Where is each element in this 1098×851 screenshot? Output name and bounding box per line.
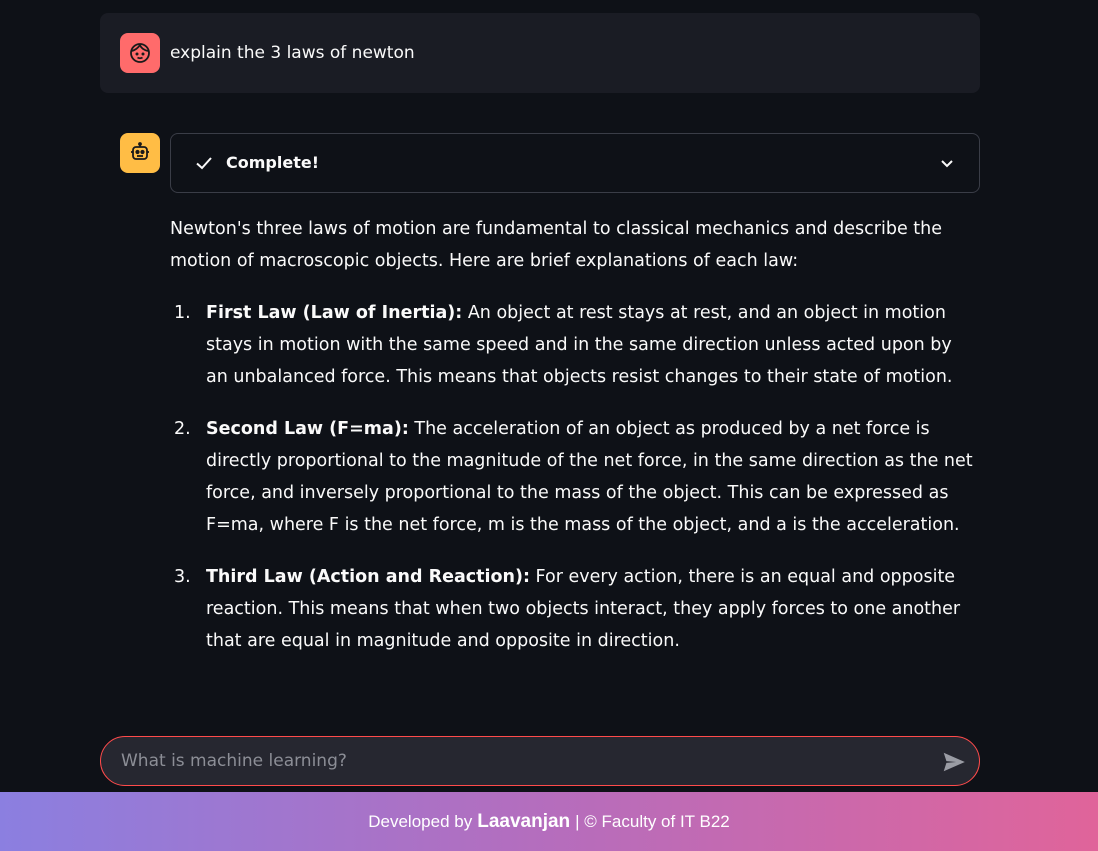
list-item: 1. First Law (Law of Inertia): An object… xyxy=(170,297,976,393)
chat-input-container xyxy=(100,736,980,786)
footer-author: Laavanjan xyxy=(477,810,571,832)
footer: Developed by Laavanjan | © Faculty of IT… xyxy=(0,792,1098,851)
law-title: Second Law (F=ma): xyxy=(206,419,409,439)
status-expander[interactable]: Complete! xyxy=(170,133,980,193)
list-number: 1. xyxy=(174,303,191,323)
footer-prefix: Developed by xyxy=(368,811,473,831)
assistant-response: Newton's three laws of motion are fundam… xyxy=(170,213,976,677)
list-item: 3. Third Law (Action and Reaction): For … xyxy=(170,561,976,657)
response-intro: Newton's three laws of motion are fundam… xyxy=(170,219,943,271)
check-icon xyxy=(194,153,214,177)
user-face-icon xyxy=(120,33,160,73)
list-number: 2. xyxy=(174,419,191,439)
user-message: explain the 3 laws of newton xyxy=(100,13,980,93)
footer-suffix: | © Faculty of IT B22 xyxy=(575,811,730,831)
chevron-down-icon[interactable] xyxy=(939,155,955,175)
user-message-text: explain the 3 laws of newton xyxy=(170,43,415,63)
list-number: 3. xyxy=(174,567,191,587)
law-title: Third Law (Action and Reaction): xyxy=(206,567,530,587)
robot-icon xyxy=(120,133,160,173)
status-label: Complete! xyxy=(226,153,319,172)
chat-input[interactable] xyxy=(121,737,921,785)
laws-list: 1. First Law (Law of Inertia): An object… xyxy=(170,297,976,657)
chat-app: explain the 3 laws of newton Complete! N… xyxy=(0,0,1098,851)
list-item: 2. Second Law (F=ma): The acceleration o… xyxy=(170,413,976,541)
law-title: First Law (Law of Inertia): xyxy=(206,303,463,323)
send-icon[interactable] xyxy=(941,749,967,775)
